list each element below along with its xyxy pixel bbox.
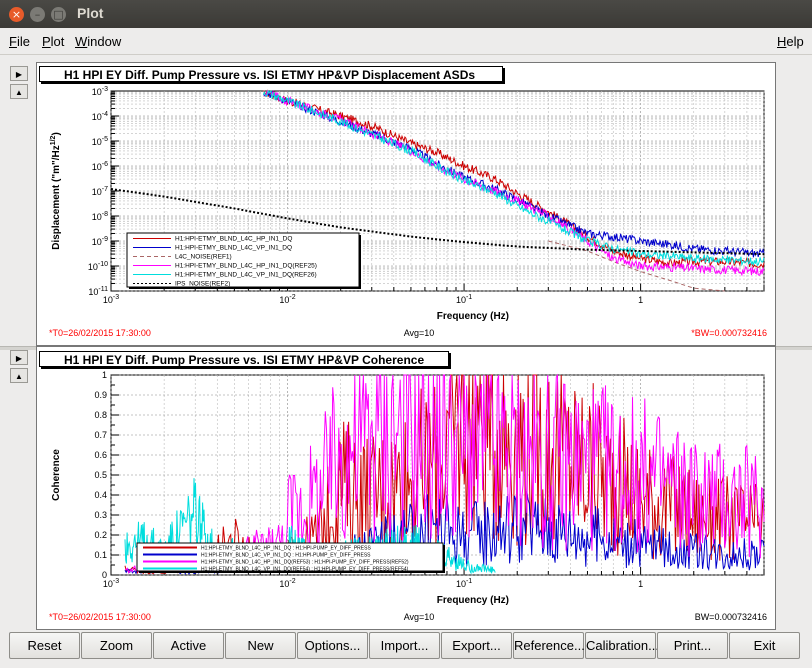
reset-button[interactable]: Reset bbox=[9, 632, 80, 659]
zoom-button[interactable]: Zoom bbox=[81, 632, 152, 659]
reference-button[interactable]: Reference... bbox=[513, 632, 585, 659]
button-bar: Reset Zoom Active New Options... Import.… bbox=[0, 630, 812, 668]
y-tick-label: 0.5 bbox=[94, 470, 107, 480]
coherence-plot-panel: 10-3 10-2 10-1 1 0 0.1 0.2 0.3 0.4 0.5 0.6 0.7 0.8 0.… bbox=[36, 346, 776, 630]
x-tick-label: 10-3 bbox=[103, 294, 119, 305]
menu-plot[interactable]: Plot bbox=[42, 34, 64, 49]
new-button[interactable]: New bbox=[225, 632, 296, 659]
x-tick-label: 10-1 bbox=[456, 294, 472, 305]
menu-bar: File Plot Window Help bbox=[0, 28, 812, 55]
coherence-chart-title: H1 HPI EY Diff. Pump Pressure vs. ISI ET… bbox=[39, 351, 449, 367]
panel1-up-button[interactable]: ▲ bbox=[10, 84, 28, 99]
y-tick-label: 0.2 bbox=[94, 530, 107, 540]
y-tick-label: 0.1 bbox=[94, 550, 107, 560]
export-button[interactable]: Export... bbox=[441, 632, 512, 659]
y-tick-label: 0.4 bbox=[94, 490, 107, 500]
footer-t0: *T0=26/02/2015 17:30:00 bbox=[49, 612, 151, 622]
legend-label: H1:HPI-ETMY_BLND_L4C_HP_IN1_DQ(REF25) bbox=[175, 263, 317, 270]
window-titlebar: × – □ Plot bbox=[0, 0, 812, 28]
asd-chart-title: H1 HPI EY Diff. Pump Pressure vs. ISI ET… bbox=[39, 66, 503, 82]
legend-label: H1:HPI-ETMY_BLND_L4C_HP_IN1_DQ(REF53) : … bbox=[201, 560, 409, 566]
exit-button[interactable]: Exit bbox=[729, 632, 800, 659]
options-button[interactable]: Options... bbox=[297, 632, 368, 659]
y-tick-label: 10-6 bbox=[92, 161, 108, 172]
y-tick-label: 10-4 bbox=[92, 111, 108, 122]
maximize-icon[interactable]: □ bbox=[51, 7, 66, 22]
y-tick-label: 0.7 bbox=[94, 430, 107, 440]
active-button[interactable]: Active bbox=[153, 632, 224, 659]
x-tick-label: 10-2 bbox=[279, 294, 295, 305]
y-tick-label: 10-9 bbox=[92, 236, 108, 247]
y-tick-label: 10-3 bbox=[92, 86, 108, 97]
x-tick-label: 1 bbox=[638, 295, 643, 305]
footer-t0: *T0=26/02/2015 17:30:00 bbox=[49, 328, 151, 338]
y-tick-label: 10-7 bbox=[92, 186, 108, 197]
footer-bw: BW=0.000732416 bbox=[695, 612, 767, 622]
legend-label: IPS_NOISE(REF2) bbox=[175, 281, 230, 288]
y-tick-label: 0.8 bbox=[94, 410, 107, 420]
legend-label: H1:HPI-ETMY_BLND_L4C_VP_IN1_DQ(REF54) : … bbox=[201, 567, 409, 573]
x-axis-label: Frequency (Hz) bbox=[437, 595, 509, 606]
y-tick-label: 0 bbox=[102, 570, 107, 580]
y-axis-label: Displacement ("m"/Hz1/2) bbox=[50, 132, 62, 250]
y-tick-label: 0.6 bbox=[94, 450, 107, 460]
calibration-button[interactable]: Calibration... bbox=[585, 632, 659, 659]
x-tick-label: 10-2 bbox=[279, 578, 295, 589]
y-tick-label: 10-8 bbox=[92, 211, 108, 222]
legend[interactable]: H1:HPI-ETMY_BLND_L4C_HP_IN1_DQ H1:HPI-ETM… bbox=[126, 232, 361, 289]
legend-label: H1:HPI-ETMY_BLND_L4C_HP_IN1_DQ bbox=[175, 236, 292, 243]
y-axis-label: Coherence bbox=[51, 449, 62, 501]
panel2-up-button[interactable]: ▲ bbox=[10, 368, 28, 383]
print-button[interactable]: Print... bbox=[657, 632, 728, 659]
legend[interactable]: H1:HPI-ETMY_BLND_L4C_HP_IN1_DQ : H1:HPI-… bbox=[136, 542, 445, 573]
footer-avg: Avg=10 bbox=[404, 612, 435, 622]
y-tick-label: 1 bbox=[102, 370, 107, 380]
footer-bw: *BW=0.000732416 bbox=[691, 328, 767, 338]
coherence-chart[interactable]: 10-3 10-2 10-1 100.10.20.30.40.50.60.70.80.… bbox=[37, 347, 775, 629]
legend-label: H1:HPI-ETMY_BLND_L4C_VP_IN1_DQ(REF26) bbox=[175, 272, 317, 279]
y-tick-label: 0.9 bbox=[94, 390, 107, 400]
asd-chart[interactable]: 10-3 10-2 10-1 1 10-3 10-4 10-5 10-6 10-7 10-8 10-… bbox=[37, 63, 775, 345]
menu-file[interactable]: File bbox=[9, 34, 30, 49]
x-tick-label: 10-1 bbox=[456, 578, 472, 589]
y-tick-label: 10-10 bbox=[88, 261, 108, 272]
x-tick-label: 1 bbox=[638, 579, 643, 589]
legend-label: H1:HPI-ETMY_BLND_L4C_VP_IN1_DQ : H1:HPI-… bbox=[201, 553, 371, 559]
menu-window[interactable]: Window bbox=[75, 34, 121, 49]
panel2-expand-button[interactable]: ▶ bbox=[10, 350, 28, 365]
panel1-expand-button[interactable]: ▶ bbox=[10, 66, 28, 81]
close-icon[interactable]: × bbox=[9, 7, 24, 22]
asd-plot-panel: 10-3 10-2 10-1 1 10-3 10-4 10-5 10-6 10-7 10-8 10-… bbox=[36, 62, 776, 346]
legend-label: L4C_NOISE(REF1) bbox=[175, 254, 232, 261]
legend-label: H1:HPI-ETMY_BLND_L4C_HP_IN1_DQ : H1:HPI-… bbox=[201, 546, 371, 552]
window-title: Plot bbox=[77, 5, 104, 21]
y-tick-label: 10-5 bbox=[92, 136, 108, 147]
footer-avg: Avg=10 bbox=[404, 328, 435, 338]
menu-help[interactable]: Help bbox=[777, 34, 804, 49]
legend-label: H1:HPI-ETMY_BLND_L4C_VP_IN1_DQ bbox=[175, 245, 292, 252]
import-button[interactable]: Import... bbox=[369, 632, 440, 659]
minimize-icon[interactable]: – bbox=[30, 7, 45, 22]
y-tick-label: 0.3 bbox=[94, 510, 107, 520]
x-axis-label: Frequency (Hz) bbox=[437, 311, 509, 322]
